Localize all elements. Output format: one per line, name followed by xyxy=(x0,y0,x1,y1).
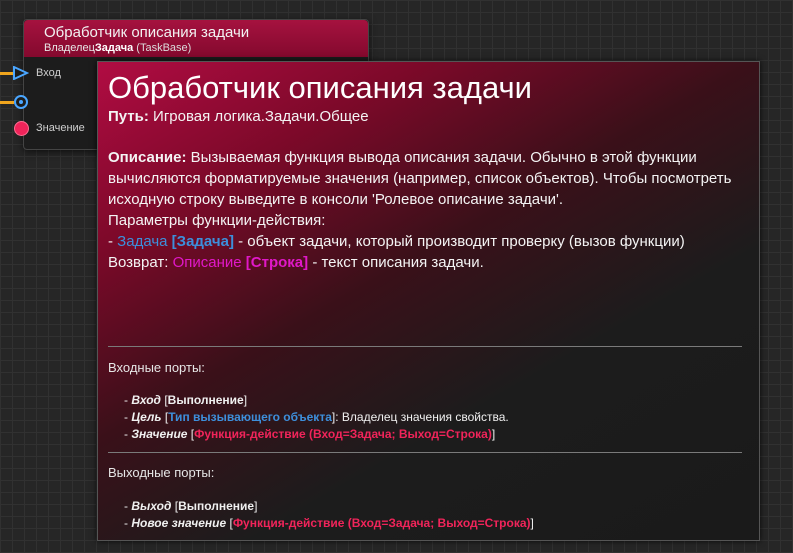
target-wire[interactable] xyxy=(0,101,14,104)
node-subtitle: ВладелецЗадача (TaskBase) xyxy=(44,41,368,55)
param-dash: - xyxy=(108,233,118,250)
path-value: Игровая логика.Задачи.Общее xyxy=(153,108,369,125)
output-port-type: Выполнение xyxy=(178,499,255,513)
input-port-name: Вход xyxy=(131,393,161,407)
input-port-note: : Владелец значения свойства. xyxy=(335,410,509,424)
return-label: Возврат: xyxy=(108,254,169,271)
description-text: Вызываемая функция вывода описания задач… xyxy=(108,149,732,208)
input-port-name: Цель xyxy=(131,410,162,424)
node-subtitle-owner: Задача xyxy=(94,42,134,54)
return-line: Возврат: Описание [Строка] - текст описа… xyxy=(108,252,738,273)
exec-wire[interactable] xyxy=(0,72,14,75)
output-port-name: Новое значение xyxy=(131,516,227,530)
path-label: Путь: xyxy=(108,108,149,125)
exec-in-pin-icon[interactable] xyxy=(13,66,29,80)
target-pin-icon[interactable] xyxy=(14,95,28,109)
node-header[interactable]: Обработчик описания задачи ВладелецЗадач… xyxy=(24,20,368,57)
tooltip-path: Путь: Игровая логика.Задачи.Общее xyxy=(108,107,749,127)
output-ports-header: Выходные порты: xyxy=(108,465,215,480)
input-port-row: - Цель [Тип вызывающего объекта]: Владел… xyxy=(124,410,509,424)
input-port-row: - Вход [Выполнение] xyxy=(124,393,248,407)
divider-inputs xyxy=(108,346,742,347)
node-title: Обработчик описания задачи xyxy=(44,24,250,41)
node-subtitle-type: (TaskBase) xyxy=(136,42,192,54)
value-pin-icon[interactable] xyxy=(14,121,29,136)
node-subtitle-prefix: Владелец xyxy=(44,42,95,54)
port-label-exec-in: Вход xyxy=(36,67,61,79)
divider-outputs xyxy=(108,452,742,453)
output-port-name: Выход xyxy=(131,499,172,513)
params-header: Параметры функции-действия: xyxy=(108,212,326,229)
param-text: - объект задачи, который производит пров… xyxy=(238,233,685,250)
port-label-value: Значение xyxy=(36,122,85,134)
tooltip-description: Описание: Вызываемая функция вывода опис… xyxy=(108,147,738,210)
output-port-row: - Выход [Выполнение] xyxy=(124,499,258,513)
node-tooltip: Обработчик описания задачи Путь: Игровая… xyxy=(97,61,760,541)
param-line: - Задача [Задача] - объект задачи, котор… xyxy=(108,231,738,252)
input-port-row: - Значение [Функция-действие (Вход=Задач… xyxy=(124,427,496,441)
output-port-row: - Новое значение [Функция-действие (Вход… xyxy=(124,516,534,530)
return-text: - текст описания задачи. xyxy=(312,254,484,271)
input-ports-header: Входные порты: xyxy=(108,360,205,375)
tooltip-title: Обработчик описания задачи xyxy=(108,70,532,105)
input-port-name: Значение xyxy=(131,427,188,441)
param-type: [Задача] xyxy=(171,233,234,250)
return-name: Описание xyxy=(172,254,242,271)
input-port-type: Выполнение xyxy=(167,393,244,407)
input-port-type: Функция-действие (Вход=Задача; Выход=Стр… xyxy=(194,427,492,441)
input-port-type: Тип вызывающего объекта xyxy=(168,410,332,424)
output-port-type: Функция-действие (Вход=Задача; Выход=Стр… xyxy=(232,516,531,530)
param-name: Задача xyxy=(117,233,168,250)
return-type: [Строка] xyxy=(245,254,309,271)
description-label: Описание: xyxy=(108,149,187,166)
